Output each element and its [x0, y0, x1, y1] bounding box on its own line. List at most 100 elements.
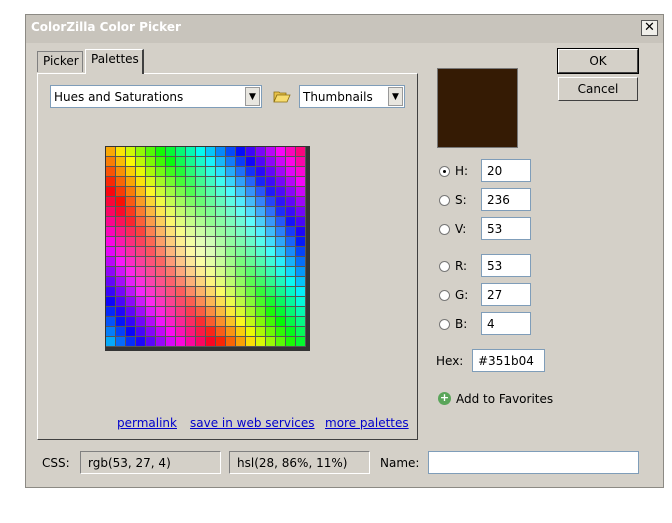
palette-cell[interactable] — [276, 257, 286, 267]
palette-select[interactable]: Hues and Saturations ▼ — [50, 85, 262, 108]
palette-cell[interactable] — [266, 257, 276, 267]
palette-cell[interactable] — [176, 297, 186, 307]
palette-cell[interactable] — [256, 287, 266, 297]
palette-cell[interactable] — [196, 167, 206, 177]
palette-cell[interactable] — [256, 177, 266, 187]
palette-cell[interactable] — [126, 167, 136, 177]
palette-cell[interactable] — [276, 147, 286, 157]
palette-cell[interactable] — [136, 167, 146, 177]
chevron-down-icon[interactable]: ▼ — [245, 87, 260, 106]
palette-cell[interactable] — [146, 327, 156, 337]
palette-cell[interactable] — [286, 317, 296, 327]
palette-cell[interactable] — [236, 297, 246, 307]
palette-cell[interactable] — [206, 327, 216, 337]
palette-cell[interactable] — [236, 237, 246, 247]
palette-cell[interactable] — [216, 327, 226, 337]
palette-cell[interactable] — [126, 157, 136, 167]
palette-cell[interactable] — [266, 307, 276, 317]
palette-cell[interactable] — [276, 157, 286, 167]
palette-cell[interactable] — [156, 337, 166, 347]
palette-cell[interactable] — [136, 207, 146, 217]
palette-cell[interactable] — [226, 337, 236, 347]
palette-cell[interactable] — [146, 247, 156, 257]
palette-cell[interactable] — [186, 247, 196, 257]
palette-cell[interactable] — [296, 247, 306, 257]
palette-cell[interactable] — [136, 277, 146, 287]
palette-cell[interactable] — [186, 307, 196, 317]
palette-cell[interactable] — [276, 337, 286, 347]
palette-cell[interactable] — [216, 247, 226, 257]
palette-cell[interactable] — [246, 157, 256, 167]
palette-cell[interactable] — [256, 317, 266, 327]
radio-r[interactable] — [439, 261, 450, 272]
palette-cell[interactable] — [266, 237, 276, 247]
palette-cell[interactable] — [256, 197, 266, 207]
palette-cell[interactable] — [236, 247, 246, 257]
palette-cell[interactable] — [286, 277, 296, 287]
palette-cell[interactable] — [246, 167, 256, 177]
palette-cell[interactable] — [146, 197, 156, 207]
palette-cell[interactable] — [216, 267, 226, 277]
palette-cell[interactable] — [166, 247, 176, 257]
palette-cell[interactable] — [276, 307, 286, 317]
palette-cell[interactable] — [296, 297, 306, 307]
palette-cell[interactable] — [176, 207, 186, 217]
palette-cell[interactable] — [116, 247, 126, 257]
palette-cell[interactable] — [286, 197, 296, 207]
palette-cell[interactable] — [266, 327, 276, 337]
radio-s[interactable] — [439, 195, 450, 206]
palette-cell[interactable] — [276, 187, 286, 197]
palette-cell[interactable] — [266, 177, 276, 187]
palette-cell[interactable] — [176, 157, 186, 167]
palette-cell[interactable] — [256, 207, 266, 217]
palette-cell[interactable] — [206, 287, 216, 297]
palette-cell[interactable] — [156, 187, 166, 197]
css-hsl-field[interactable]: hsl(28, 86%, 11%) — [229, 451, 370, 474]
palette-cell[interactable] — [196, 287, 206, 297]
palette-cell[interactable] — [186, 237, 196, 247]
palette-cell[interactable] — [266, 197, 276, 207]
palette-cell[interactable] — [156, 217, 166, 227]
palette-cell[interactable] — [226, 177, 236, 187]
palette-cell[interactable] — [206, 177, 216, 187]
palette-cell[interactable] — [196, 227, 206, 237]
palette-cell[interactable] — [176, 177, 186, 187]
palette-cell[interactable] — [266, 297, 276, 307]
palette-cell[interactable] — [196, 247, 206, 257]
palette-cell[interactable] — [226, 257, 236, 267]
palette-cell[interactable] — [226, 207, 236, 217]
name-field[interactable] — [428, 451, 639, 474]
radio-v[interactable] — [439, 224, 450, 235]
hex-field[interactable]: #351b04 — [472, 349, 545, 372]
title-bar[interactable]: ColorZilla Color Picker ✕ — [26, 15, 663, 43]
palette-cell[interactable] — [226, 187, 236, 197]
palette-cell[interactable] — [126, 267, 136, 277]
palette-cell[interactable] — [106, 147, 116, 157]
palette-cell[interactable] — [146, 277, 156, 287]
palette-cell[interactable] — [116, 167, 126, 177]
palette-cell[interactable] — [186, 157, 196, 167]
palette-cell[interactable] — [206, 237, 216, 247]
palette-cell[interactable] — [266, 147, 276, 157]
palette-cell[interactable] — [156, 327, 166, 337]
palette-cell[interactable] — [136, 187, 146, 197]
palette-cell[interactable] — [216, 307, 226, 317]
palette-cell[interactable] — [136, 307, 146, 317]
palette-cell[interactable] — [236, 177, 246, 187]
palette-cell[interactable] — [146, 187, 156, 197]
palette-cell[interactable] — [276, 317, 286, 327]
palette-cell[interactable] — [286, 337, 296, 347]
palette-cell[interactable] — [156, 227, 166, 237]
palette-cell[interactable] — [266, 167, 276, 177]
palette-cell[interactable] — [196, 267, 206, 277]
palette-cell[interactable] — [136, 177, 146, 187]
palette-cell[interactable] — [106, 157, 116, 167]
palette-cell[interactable] — [146, 227, 156, 237]
palette-cell[interactable] — [256, 277, 266, 287]
palette-cell[interactable] — [276, 277, 286, 287]
palette-cell[interactable] — [246, 317, 256, 327]
palette-cell[interactable] — [216, 187, 226, 197]
palette-cell[interactable] — [176, 247, 186, 257]
palette-cell[interactable] — [106, 187, 116, 197]
palette-cell[interactable] — [156, 237, 166, 247]
